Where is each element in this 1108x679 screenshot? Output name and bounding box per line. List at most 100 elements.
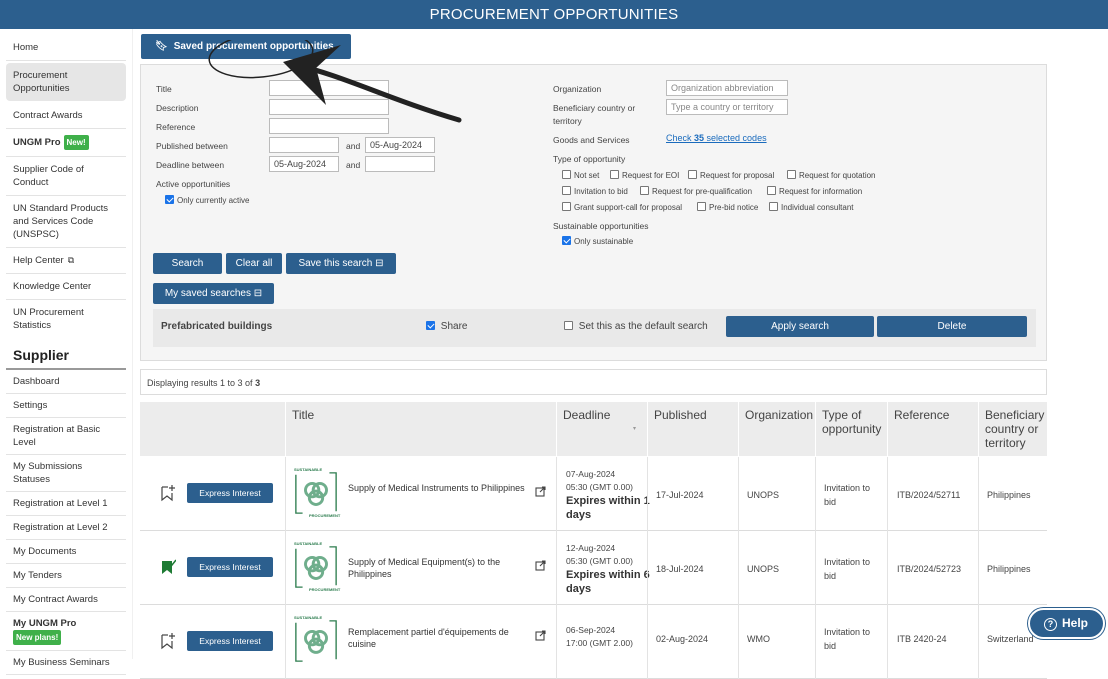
sustainable-label: Sustainable opportunities [553,221,649,231]
apply-search-button[interactable]: Apply search [726,316,874,337]
type-option-label: Request for information [779,187,863,196]
column-header-deadline[interactable]: Deadline ▾ [556,402,646,456]
bookmark-saved-icon[interactable] [160,558,176,576]
link-prefix: Check [666,133,695,143]
clear-all-button[interactable]: Clear all [226,253,282,274]
default-search-label: Set this as the default search [578,321,708,332]
type-option[interactable]: Individual consultant [769,202,854,212]
column-divider [887,605,888,679]
results-count-text: Displaying results 1 to 3 of [147,378,256,388]
column-divider [815,605,816,679]
type-option[interactable]: Request for quotation [787,170,876,180]
sidebar-item-contract-awards[interactable]: Contract Awards [6,103,126,129]
organization-input[interactable] [666,80,788,96]
type-option[interactable]: Request for EOI [610,170,679,180]
type-option[interactable]: Request for information [767,186,862,196]
sidebar-item-statistics[interactable]: UN Procurement Statistics [6,300,126,338]
table-row[interactable]: Express Interest SUSTAINABLE PROCUREMENT… [140,457,1047,531]
type-cell: Invitation to bid [824,557,871,581]
results-count: Displaying results 1 to 3 of 3 [140,369,1047,395]
default-search-checkbox[interactable]: Set this as the default search [564,321,708,332]
sidebar-item-business-seminars[interactable]: My Business Seminars [6,651,126,675]
deadline-time: 05:30 (GMT 0.00) [566,556,633,566]
sidebar-item-my-ungm-pro[interactable]: My UNGM Pro New plans! [6,612,126,651]
my-saved-searches-button[interactable]: My saved searches ⊟ [153,283,274,304]
express-interest-button[interactable]: Express Interest [187,631,273,651]
type-option[interactable]: Pre-bid notice [697,202,758,212]
sidebar-item-label: My UNGM Pro [13,618,77,629]
external-link-icon[interactable] [535,486,546,497]
sidebar-item-label: My Submissions Statuses [13,461,83,485]
sidebar-item-procurement-opportunities[interactable]: Procurement Opportunities [6,63,126,101]
share-label: Share [440,321,468,332]
help-button[interactable]: ? Help [1028,608,1105,639]
selected-codes-link[interactable]: Check 35 selected codes [666,133,767,143]
column-header-organization[interactable]: Organization [738,402,815,456]
save-search-button[interactable]: Save this search ⊟ [286,253,396,274]
sidebar-item-home[interactable]: Home [6,35,126,61]
page-header: PROCUREMENT OPPORTUNITIES [0,0,1108,29]
sidebar-item-label: My Contract Awards [13,594,98,605]
sidebar-item-my-tenders[interactable]: My Tenders [6,564,126,588]
sidebar-item-dashboard[interactable]: Dashboard [6,370,126,394]
type-option[interactable]: Invitation to bid [562,186,628,196]
opportunity-title[interactable]: Supply of Medical Instruments to Philipp… [348,482,528,494]
deadline-date: 06-Sep-2024 [566,625,616,635]
express-interest-button[interactable]: Express Interest [187,557,273,577]
sidebar-item-ungm-pro[interactable]: UNGM Pro New! [6,129,126,157]
bookmark-add-icon[interactable] [160,484,176,502]
sidebar-item-registration-level-1[interactable]: Registration at Level 1 [6,492,126,516]
sidebar-item-unspsc[interactable]: UN Standard Products and Services Code (… [6,196,126,248]
sidebar-item-my-contract-awards[interactable]: My Contract Awards [6,588,126,612]
delete-search-button[interactable]: Delete [877,316,1027,337]
column-divider [978,457,979,531]
type-option[interactable]: Not set [562,170,599,180]
type-option-label: Request for pre-qualification [652,187,753,196]
search-button[interactable]: Search [153,253,222,274]
table-row[interactable]: Express Interest SUSTAINABLE Remplacemen… [140,605,1047,679]
sidebar-item-knowledge-center[interactable]: Knowledge Center [6,274,126,300]
sidebar-item-label: Procurement Opportunities [13,70,70,94]
sidebar-item-my-documents[interactable]: My Documents [6,540,126,564]
express-interest-button[interactable]: Express Interest [187,483,273,503]
sidebar-item-code-of-conduct[interactable]: Supplier Code of Conduct [6,157,126,196]
save-search-label: Save this search [298,258,373,269]
type-option[interactable]: Request for pre-qualification [640,186,752,196]
external-link-icon[interactable] [535,560,546,571]
type-label: Type of opportunity [553,154,626,164]
type-option[interactable]: Request for proposal [688,170,774,180]
only-sustainable-checkbox[interactable]: Only sustainable [562,236,633,246]
save-icon: ⊟ [375,258,384,269]
column-header-reference[interactable]: Reference [887,402,978,456]
supplier-heading: Supplier [6,338,126,370]
column-divider [556,531,557,605]
only-active-checkbox[interactable]: Only currently active [165,195,249,205]
link-suffix: selected codes [704,133,767,143]
bookmark-add-icon[interactable] [160,632,176,650]
column-header-title[interactable]: Title [285,402,556,456]
column-header-published[interactable]: Published [647,402,738,456]
sidebar-item-help-center[interactable]: Help Center ⧉ [6,248,126,274]
column-divider [815,457,816,531]
table-row[interactable]: Express Interest SUSTAINABLE PROCUREMENT… [140,531,1047,605]
column-header-country[interactable]: Beneficiary country or territory [978,402,1047,456]
share-checkbox[interactable]: Share [426,321,467,332]
sidebar-item-registration-basic[interactable]: Registration at Basic Level [6,418,126,455]
beneficiary-input[interactable] [666,99,788,115]
sidebar-item-submission-statuses[interactable]: My Submissions Statuses [6,455,126,492]
published-cell: 02-Aug-2024 [656,634,709,644]
opportunity-title[interactable]: Remplacement partiel d'équipements de cu… [348,626,528,650]
sidebar-item-registration-level-2[interactable]: Registration at Level 2 [6,516,126,540]
my-saved-searches-label: My saved searches [164,288,251,299]
deadline-cell: 07-Aug-2024 05:30 (GMT 0.00) Expires withi… [566,468,656,522]
external-link-icon[interactable] [535,630,546,641]
country-cell: Switzerland [987,634,1034,644]
column-header-type[interactable]: Type of opportunity [815,402,887,456]
checkbox-icon [697,202,706,211]
sidebar-item-settings[interactable]: Settings [6,394,126,418]
type-option[interactable]: Grant support-call for proposal [562,202,682,212]
opportunity-title[interactable]: Supply of Medical Equipment(s) to the Ph… [348,556,528,580]
saved-search-row: Prefabricated buildings Share Set this a… [153,309,1036,347]
checkbox-icon [767,186,776,195]
reference-cell: ITB/2024/52723 [897,564,962,574]
